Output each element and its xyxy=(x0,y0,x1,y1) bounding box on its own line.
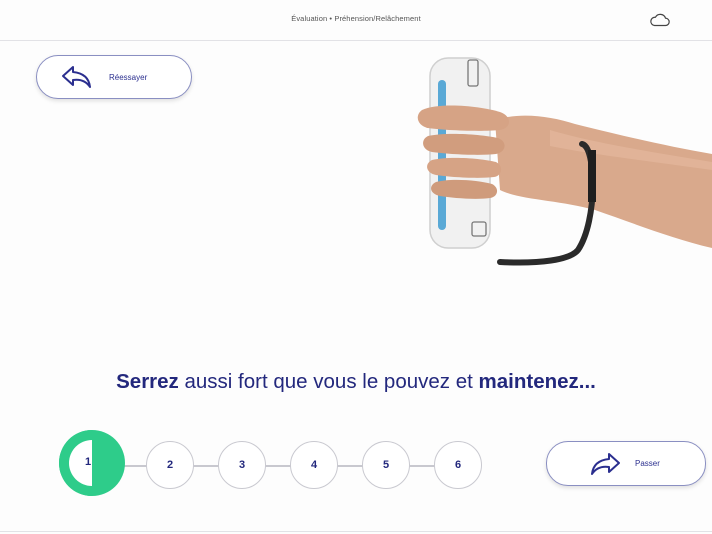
instruction-emphasis-maintenez: maintenez... xyxy=(478,370,596,393)
step-2: 2 xyxy=(146,441,194,489)
step-1-current: 1 xyxy=(55,426,129,500)
step-label: 5 xyxy=(382,459,390,471)
cloud-icon[interactable] xyxy=(649,11,671,29)
forward-arrow-icon xyxy=(591,452,620,475)
instruction-middle: aussi fort que vous le pouvez et xyxy=(178,370,479,393)
undo-arrow-icon xyxy=(62,66,91,88)
step-label: 2 xyxy=(166,459,174,471)
top-bar: Évaluation • Préhension/Relâchement xyxy=(0,0,712,41)
step-label: 4 xyxy=(310,459,318,471)
skip-label: Passer xyxy=(635,459,660,468)
step-5: 5 xyxy=(362,441,410,489)
step-progress-ring xyxy=(59,430,125,496)
step-label: 3 xyxy=(238,459,246,471)
step-label: 1 xyxy=(85,456,92,468)
instruction-text: Serrez aussi fort que vous le pouvez et … xyxy=(0,370,712,394)
hand-gripping-dynamometer-image xyxy=(417,57,712,266)
step-label: 6 xyxy=(454,459,462,471)
page-title: Évaluation • Préhension/Relâchement xyxy=(291,14,421,23)
retry-label: Réessayer xyxy=(109,72,148,82)
skip-button[interactable]: Passer xyxy=(546,441,706,486)
step-6: 6 xyxy=(434,441,482,489)
retry-button[interactable]: Réessayer xyxy=(36,55,192,99)
bottom-divider xyxy=(0,531,712,532)
instruction-emphasis-serrez: Serrez xyxy=(116,370,179,393)
attempt-stepper: 1 2 3 4 5 6 xyxy=(59,426,490,496)
step-3: 3 xyxy=(218,441,266,489)
step-4: 4 xyxy=(290,441,338,489)
